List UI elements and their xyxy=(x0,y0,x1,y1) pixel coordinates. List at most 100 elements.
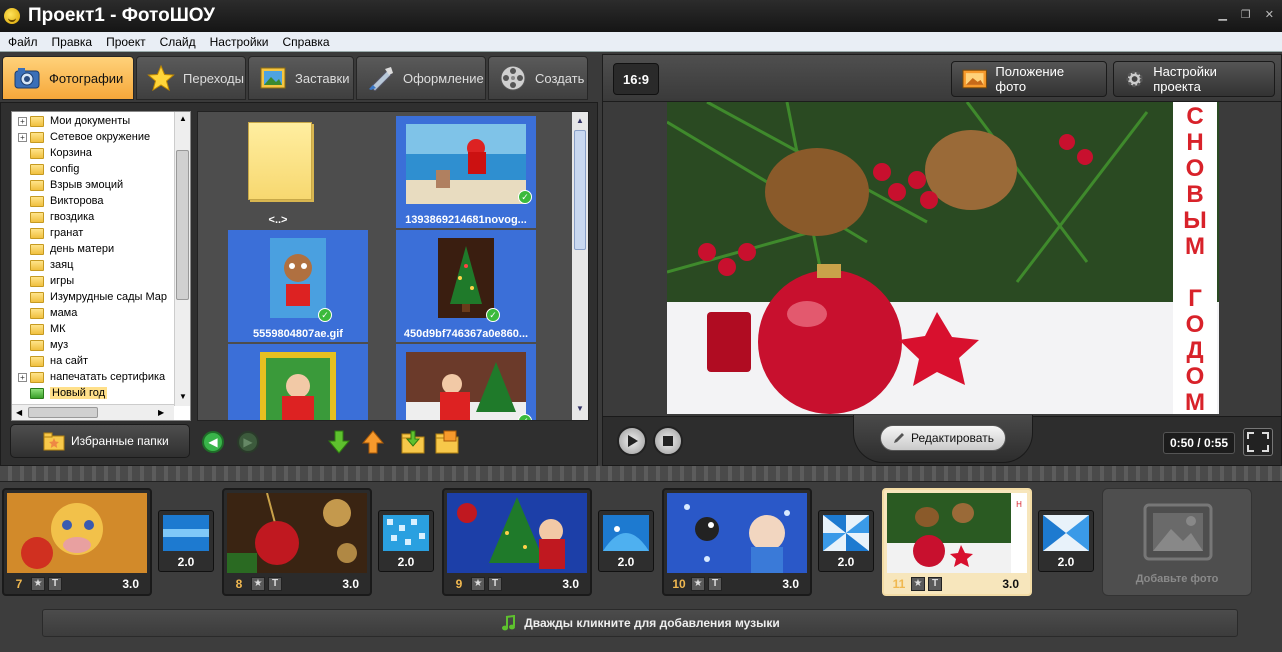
close-icon[interactable]: ✕ xyxy=(1265,8,1274,21)
tab-photos[interactable]: Фотографии xyxy=(2,56,134,100)
tree-item[interactable]: + напечатать сертифика xyxy=(12,369,190,385)
edit-button[interactable]: Редактировать xyxy=(880,425,1006,451)
menu-edit[interactable]: Правка xyxy=(52,35,93,49)
tree-item-label: Мои документы xyxy=(50,115,131,127)
scroll-left-icon[interactable]: ◀ xyxy=(16,408,22,417)
thumb-photo[interactable]: ✓ xyxy=(396,344,536,420)
timeline-transition[interactable]: 2.0 xyxy=(158,510,214,572)
photo-grid-scrollbar[interactable]: ▲ ▼ xyxy=(572,112,588,420)
arrow-left-icon: ◀ xyxy=(208,435,218,449)
text-icon[interactable]: T xyxy=(48,577,62,591)
expand-icon[interactable]: + xyxy=(18,132,27,142)
project-settings-button[interactable]: Настройки проекта xyxy=(1113,61,1275,97)
tree-item[interactable]: мама xyxy=(12,305,190,321)
timeline-transition[interactable]: 2.0 xyxy=(1038,510,1094,572)
menu-slide[interactable]: Слайд xyxy=(160,35,196,49)
scroll-up-icon[interactable]: ▲ xyxy=(179,114,187,123)
thumb-photo[interactable]: ✓ 5559804807ae.gif xyxy=(228,230,368,342)
tab-design[interactable]: Оформление xyxy=(356,56,486,100)
tree-item[interactable]: день матери xyxy=(12,241,190,257)
folder-icon xyxy=(30,259,44,271)
tree-item[interactable]: + Мои документы xyxy=(12,113,190,129)
tree-item[interactable]: МК xyxy=(12,321,190,337)
stop-button[interactable] xyxy=(653,426,683,456)
add-folder-button[interactable] xyxy=(400,429,426,455)
add-photo-slot[interactable]: Добавьте фото xyxy=(1102,488,1252,596)
tree-item[interactable]: Викторова xyxy=(12,193,190,209)
expand-icon[interactable]: + xyxy=(18,116,27,126)
slide-thumbnail xyxy=(667,493,807,573)
text-icon[interactable]: T xyxy=(708,577,722,591)
menu-project[interactable]: Проект xyxy=(106,35,146,49)
favorites-button[interactable]: Избранные папки xyxy=(10,424,190,458)
tree-item[interactable]: Изумрудные сады Мар xyxy=(12,289,190,305)
play-button[interactable] xyxy=(617,426,647,456)
star-icon[interactable]: ★ xyxy=(911,577,925,591)
timeline-slide-selected[interactable]: Н 11 ★ T 3.0 xyxy=(882,488,1032,596)
scroll-right-icon[interactable]: ▶ xyxy=(158,408,164,417)
add-down-button[interactable] xyxy=(326,429,352,455)
thumb-label: <..> xyxy=(268,214,288,226)
tree-item[interactable]: + Сетевое окружение xyxy=(12,129,190,145)
tab-create[interactable]: Создать xyxy=(488,56,588,100)
thumb-photo[interactable]: ✓ 1393869214681novog... xyxy=(396,116,536,228)
move-up-button[interactable] xyxy=(360,429,386,455)
photo-grid: <..> ✓ 1393869214681novog... ✓ 555980480… xyxy=(197,111,589,421)
timeline-slide[interactable]: 10 ★ T 3.0 xyxy=(662,488,812,596)
tab-intros-label: Заставки xyxy=(295,70,350,86)
photo-position-button[interactable]: Положение фото xyxy=(951,61,1107,97)
restore-icon[interactable]: ❐ xyxy=(1241,8,1251,21)
folder-tree-scroll-thumb[interactable] xyxy=(176,150,189,300)
music-track[interactable]: Дважды кликните для добавления музыки xyxy=(42,609,1238,637)
folder-tree-hscroll-thumb[interactable] xyxy=(28,407,98,418)
tab-intros[interactable]: Заставки xyxy=(248,56,354,100)
menu-file[interactable]: Файл xyxy=(8,35,38,49)
folder-tree-scrollbar[interactable]: ▲ ▼ xyxy=(174,112,190,406)
timeline-slide[interactable]: 9 ★ T 3.0 xyxy=(442,488,592,596)
tree-item[interactable]: игры xyxy=(12,273,190,289)
star-icon[interactable]: ★ xyxy=(691,577,705,591)
thumb-photo[interactable]: ✓ 450d9bf746367a0e860... xyxy=(396,230,536,342)
tree-item[interactable]: на сайт xyxy=(12,353,190,369)
scroll-up-icon[interactable]: ▲ xyxy=(576,116,584,125)
tab-transitions[interactable]: Переходы xyxy=(136,56,246,100)
tree-item[interactable]: заяц xyxy=(12,257,190,273)
tree-item[interactable]: муз xyxy=(12,337,190,353)
timeline-slide[interactable]: 8 ★ T 3.0 xyxy=(222,488,372,596)
thumb-photo[interactable] xyxy=(228,344,368,420)
tree-item[interactable]: Корзина xyxy=(12,145,190,161)
timeline-slide[interactable]: 7 ★ T 3.0 xyxy=(2,488,152,596)
folder-tree-hscrollbar[interactable]: ◀ ▶ xyxy=(12,404,174,420)
transition-duration: 2.0 xyxy=(617,555,635,569)
star-icon[interactable]: ★ xyxy=(471,577,485,591)
tree-item[interactable]: гвоздика xyxy=(12,209,190,225)
photo-grid-scroll-thumb[interactable] xyxy=(574,130,586,250)
text-icon[interactable]: T xyxy=(928,577,942,591)
star-icon[interactable]: ★ xyxy=(31,577,45,591)
slide-preview[interactable]: СНОВЫМГОДОМ xyxy=(667,102,1219,414)
aspect-ratio-button[interactable]: 16:9 xyxy=(613,63,659,95)
text-icon[interactable]: T xyxy=(268,577,282,591)
tree-item[interactable]: Новый год xyxy=(12,385,190,401)
menu-help[interactable]: Справка xyxy=(282,35,329,49)
expand-icon[interactable]: + xyxy=(18,372,27,382)
tree-item-label: config xyxy=(50,163,80,175)
tree-item[interactable]: Взрыв эмоций xyxy=(12,177,190,193)
text-icon[interactable]: T xyxy=(488,577,502,591)
folder-icon xyxy=(30,323,44,335)
timeline-transition[interactable]: 2.0 xyxy=(598,510,654,572)
tree-item[interactable]: гранат xyxy=(12,225,190,241)
back-button[interactable]: ◀ xyxy=(202,431,224,453)
menu-settings[interactable]: Настройки xyxy=(210,35,269,49)
star-icon[interactable]: ★ xyxy=(251,577,265,591)
add-all-folder-button[interactable] xyxy=(434,429,460,455)
scroll-down-icon[interactable]: ▼ xyxy=(576,404,584,413)
forward-button[interactable]: ▶ xyxy=(237,431,259,453)
minimize-icon[interactable]: ▁ xyxy=(1218,8,1226,21)
timeline-transition[interactable]: 2.0 xyxy=(818,510,874,572)
timeline-transition[interactable]: 2.0 xyxy=(378,510,434,572)
thumb-folder-up[interactable]: <..> xyxy=(208,116,348,228)
tree-item[interactable]: config xyxy=(12,161,190,177)
scroll-down-icon[interactable]: ▼ xyxy=(179,392,187,401)
fullscreen-button[interactable] xyxy=(1243,428,1273,456)
